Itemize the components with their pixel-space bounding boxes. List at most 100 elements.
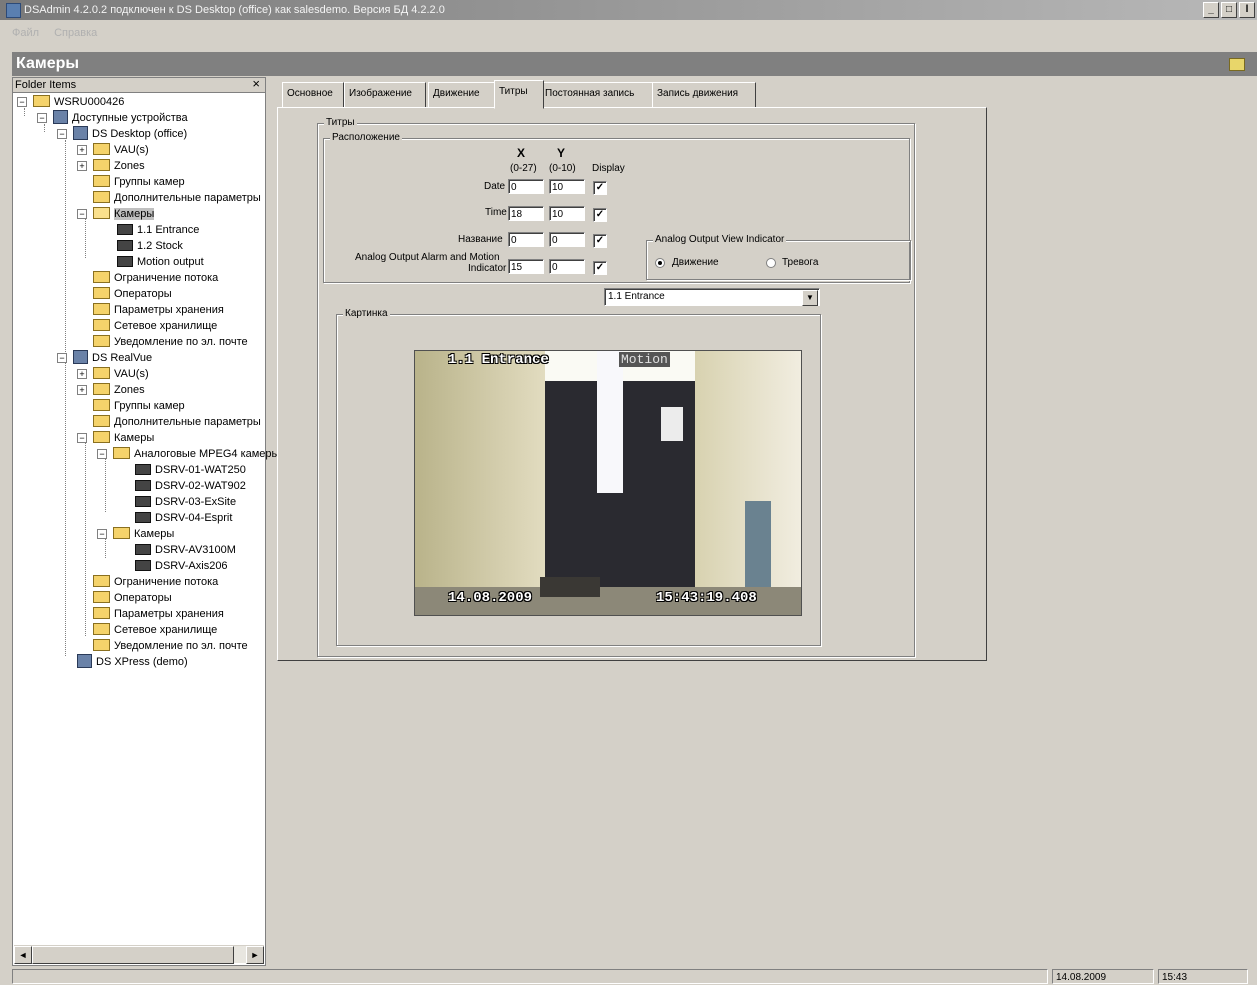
camera-preview: 1.1 Entrance Motion 14.08.2009 15:43:19.…: [414, 350, 802, 616]
name-display-checkbox[interactable]: ✓: [593, 234, 607, 248]
date-display-checkbox[interactable]: ✓: [593, 181, 607, 195]
time-display-checkbox[interactable]: ✓: [593, 208, 607, 222]
tree-node-operators-2[interactable]: Операторы: [93, 590, 172, 606]
tree-node-wsru[interactable]: − WSRU000426: [17, 94, 124, 110]
tree-node-cameras[interactable]: − Камеры: [77, 206, 155, 222]
menu-file[interactable]: Файл: [12, 24, 39, 42]
tree-node-ds-xpress[interactable]: DS XPress (demo): [77, 654, 188, 670]
name-y-input[interactable]: 0: [549, 232, 585, 247]
date-x-input[interactable]: 0: [508, 179, 544, 194]
tree-node-analog-cameras[interactable]: − Аналоговые MPEG4 камеры: [97, 446, 279, 462]
tree-node-available-devices[interactable]: − Доступные устройства: [37, 110, 188, 126]
expand-icon[interactable]: +: [77, 369, 87, 379]
collapse-icon[interactable]: −: [37, 113, 47, 123]
tree-node-dsrv-03[interactable]: DSRV-03-ExSite: [135, 494, 236, 510]
tree-node-network-storage-2[interactable]: Сетевое хранилище: [93, 622, 217, 638]
tab-motion[interactable]: Движение: [428, 82, 498, 108]
minimize-button[interactable]: _: [1203, 2, 1219, 18]
dropdown-arrow-icon[interactable]: ▼: [802, 290, 818, 306]
tree-node-zones[interactable]: + Zones: [77, 158, 145, 174]
tree-node-ds-realvue[interactable]: − DS RealVue: [57, 350, 152, 366]
folder-icon: [93, 399, 110, 412]
tab-image[interactable]: Изображение: [344, 82, 426, 108]
titles-group-label: Титры: [324, 117, 357, 129]
folder-icon: [113, 527, 130, 540]
tree-node-motion-output[interactable]: Motion output: [117, 254, 204, 270]
maximize-button[interactable]: □: [1221, 2, 1237, 18]
tree-horizontal-scrollbar[interactable]: ◄ ►: [14, 945, 264, 964]
tree-node-dsrv-04[interactable]: DSRV-04-Esprit: [135, 510, 232, 526]
tree-node-email[interactable]: Уведомление по эл. почте: [93, 334, 248, 350]
expand-icon[interactable]: +: [77, 145, 87, 155]
tree-node-zones-2[interactable]: + Zones: [77, 382, 145, 398]
time-x-input[interactable]: 18: [508, 206, 544, 221]
tree-node-ds-desktop[interactable]: − DS Desktop (office): [57, 126, 187, 142]
tab-main[interactable]: Основное: [282, 82, 344, 108]
tree-header: Folder Items ×: [13, 77, 265, 93]
menu-help[interactable]: Справка: [54, 24, 97, 42]
tree-node-cameras-2[interactable]: − Камеры: [77, 430, 154, 446]
folder-icon: [93, 431, 110, 444]
close-button[interactable]: l: [1239, 2, 1255, 18]
tree-node-camera-groups[interactable]: Группы камер: [93, 174, 185, 190]
folder-icon: [93, 607, 110, 620]
tree-node-email-2[interactable]: Уведомление по эл. почте: [93, 638, 248, 654]
tree-node-stream-limit-2[interactable]: Ограничение потока: [93, 574, 218, 590]
tree-node-storage-params[interactable]: Параметры хранения: [93, 302, 224, 318]
folder-icon: [93, 639, 110, 652]
tree-node-camera-groups-2[interactable]: Группы камер: [93, 398, 185, 414]
scroll-left-button[interactable]: ◄: [14, 946, 32, 964]
scroll-right-button[interactable]: ►: [246, 946, 264, 964]
tree-close-icon[interactable]: ×: [252, 77, 260, 91]
tree-node-storage-params-2[interactable]: Параметры хранения: [93, 606, 224, 622]
indicator-motion-radio[interactable]: [655, 258, 665, 268]
tree-node-extra-params-2[interactable]: Дополнительные параметры: [93, 414, 261, 430]
tree-node-dsrv-axis206[interactable]: DSRV-Axis206: [135, 558, 228, 574]
name-x-input[interactable]: 0: [508, 232, 544, 247]
section-header: Камеры: [12, 52, 1257, 76]
tab-continuous-recording[interactable]: Постоянная запись: [540, 82, 654, 108]
indicator-motion-label: Движение: [672, 257, 719, 268]
expand-icon[interactable]: +: [77, 161, 87, 171]
collapse-icon[interactable]: −: [57, 353, 67, 363]
scroll-thumb[interactable]: [32, 946, 234, 964]
camera-select[interactable]: 1.1 Entrance ▼: [604, 288, 820, 306]
tree-node-cameras-3[interactable]: − Камеры: [97, 526, 174, 542]
network-icon: [53, 110, 68, 125]
folder-icon[interactable]: [1229, 58, 1245, 71]
expand-icon[interactable]: +: [77, 385, 87, 395]
folder-icon: [93, 591, 110, 604]
tree-node-dsrv-01[interactable]: DSRV-01-WAT250: [135, 462, 246, 478]
analog-output-x-input[interactable]: 15: [508, 259, 544, 274]
folder-open-icon: [93, 207, 110, 220]
osd-motion-indicator: Motion: [619, 352, 670, 367]
collapse-icon[interactable]: −: [17, 97, 27, 107]
tree-node-dsrv-02[interactable]: DSRV-02-WAT902: [135, 478, 246, 494]
camera-icon: [117, 223, 133, 235]
tree-header-label: Folder Items: [15, 79, 77, 91]
tree-node-network-storage[interactable]: Сетевое хранилище: [93, 318, 217, 334]
tree-node-extra-params[interactable]: Дополнительные параметры: [93, 190, 261, 206]
time-y-input[interactable]: 10: [549, 206, 585, 221]
collapse-icon[interactable]: −: [97, 529, 107, 539]
tree-node-camera-entrance[interactable]: 1.1 Entrance: [117, 222, 199, 238]
tab-motion-recording[interactable]: Запись движения: [652, 82, 756, 108]
tree-node-vau[interactable]: + VAU(s): [77, 142, 149, 158]
collapse-icon[interactable]: −: [77, 209, 87, 219]
collapse-icon[interactable]: −: [77, 433, 87, 443]
picture-group-label: Картинка: [343, 308, 390, 320]
tree-node-camera-stock[interactable]: 1.2 Stock: [117, 238, 183, 254]
indicator-alarm-radio[interactable]: [766, 258, 776, 268]
folder-icon: [93, 383, 110, 396]
tree-node-vau-2[interactable]: + VAU(s): [77, 366, 149, 382]
tree-node-dsrv-av3100m[interactable]: DSRV-AV3100M: [135, 542, 236, 558]
tree-node-operators[interactable]: Операторы: [93, 286, 172, 302]
collapse-icon[interactable]: −: [97, 449, 107, 459]
tab-titles[interactable]: Титры: [494, 80, 544, 109]
tree-node-stream-limit[interactable]: Ограничение потока: [93, 270, 218, 286]
folder-icon: [93, 623, 110, 636]
collapse-icon[interactable]: −: [57, 129, 67, 139]
analog-output-display-checkbox[interactable]: ✓: [593, 261, 607, 275]
date-y-input[interactable]: 10: [549, 179, 585, 194]
analog-output-y-input[interactable]: 0: [549, 259, 585, 274]
